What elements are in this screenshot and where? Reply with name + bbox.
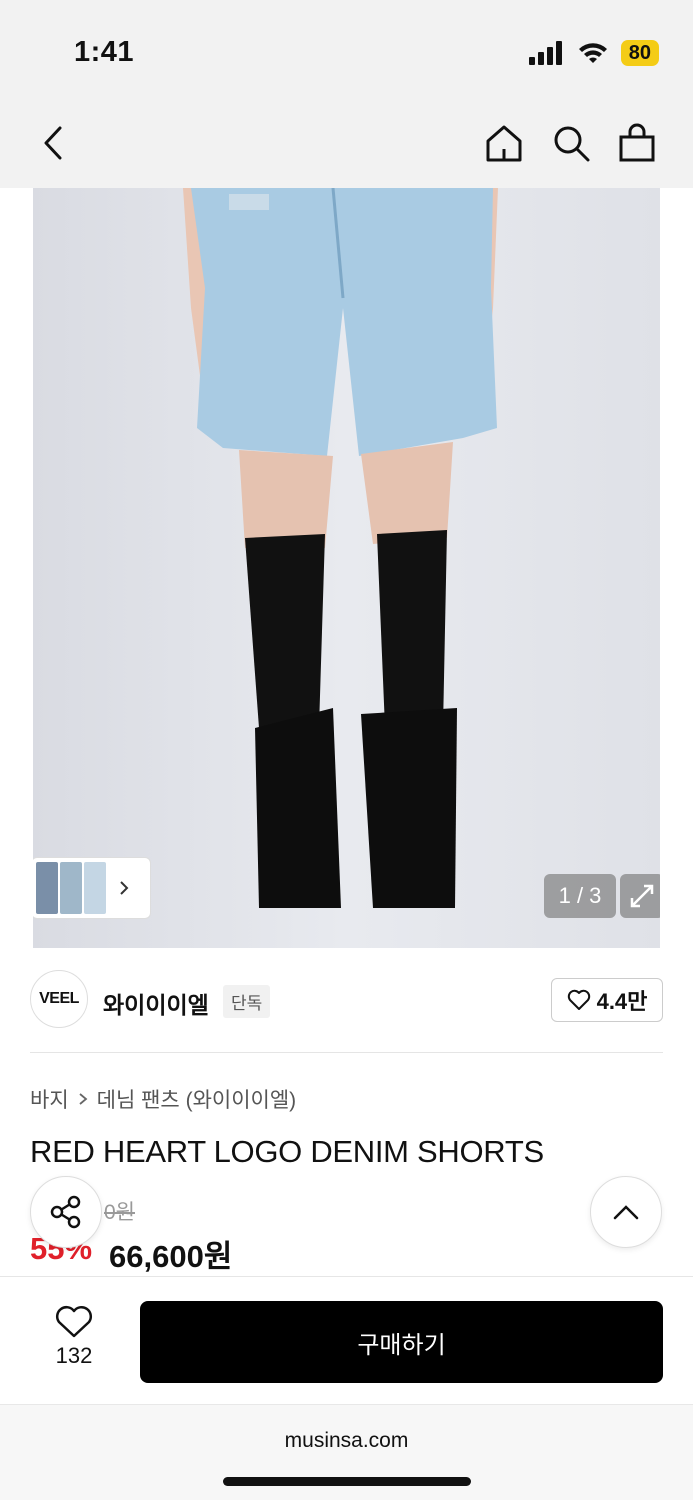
status-time: 1:41	[74, 36, 135, 68]
battery-icon: 80	[620, 40, 659, 66]
image-counter: 1 / 3	[544, 874, 616, 918]
divider	[30, 1052, 663, 1053]
chevron-right-icon[interactable]	[114, 878, 134, 898]
home-button[interactable]	[479, 118, 529, 168]
purchase-bar: 132 구매하기	[0, 1276, 693, 1402]
brand-like-button[interactable]: 4.4만	[551, 978, 663, 1022]
brand-like-count: 4.4만	[596, 989, 648, 1014]
brand-name[interactable]: 와이이이엘	[103, 986, 209, 1020]
product-image	[33, 188, 660, 948]
cart-button[interactable]	[612, 118, 662, 168]
chevron-right-icon	[79, 1093, 88, 1105]
heart-icon	[567, 989, 590, 1010]
status-icons: 80	[528, 40, 659, 66]
breadcrumb: 바지 데님 팬츠 (와이이이엘)	[30, 1084, 296, 1114]
exclusive-badge: 단독	[223, 985, 271, 1018]
thumbnail-1[interactable]	[36, 862, 58, 914]
brand-row: VEEL 와이이이엘 단독 4.4만	[30, 970, 663, 1030]
home-icon	[486, 125, 522, 162]
product-photo-illustration	[183, 188, 498, 908]
top-nav	[0, 100, 693, 188]
browser-url-bar: musinsa.com	[0, 1404, 693, 1500]
thumbnail-strip[interactable]	[33, 857, 151, 919]
buy-button[interactable]: 구매하기	[140, 1301, 663, 1383]
share-icon	[50, 1195, 81, 1229]
wifi-icon	[578, 43, 607, 63]
signal-icon	[528, 41, 562, 65]
product-image-gallery[interactable]: 1 / 3	[33, 188, 660, 948]
breadcrumb-subcategory[interactable]: 데님 팬츠 (와이이이엘)	[97, 1084, 297, 1114]
shopping-bag-icon	[619, 123, 655, 162]
thumbnail-3[interactable]	[84, 862, 106, 914]
thumbnail-2[interactable]	[60, 862, 82, 914]
home-indicator[interactable]	[223, 1477, 471, 1486]
url-text[interactable]: musinsa.com	[0, 1429, 693, 1453]
wishlist-count: 132	[55, 1343, 93, 1368]
back-button[interactable]	[28, 118, 78, 168]
breadcrumb-category[interactable]: 바지	[30, 1084, 69, 1114]
scroll-top-button[interactable]	[590, 1176, 662, 1248]
original-price: 0원	[104, 1201, 135, 1224]
heart-icon	[56, 1306, 92, 1338]
chevron-left-icon	[44, 126, 62, 160]
expand-icon	[630, 884, 654, 908]
expand-button[interactable]	[620, 874, 660, 918]
search-icon	[554, 126, 590, 162]
wishlist-button[interactable]: 132	[44, 1305, 104, 1369]
chevron-up-icon	[613, 1205, 639, 1220]
search-button[interactable]	[546, 118, 596, 168]
share-button[interactable]	[30, 1176, 102, 1248]
sale-price: 66,600원	[109, 1239, 233, 1274]
brand-logo[interactable]: VEEL	[30, 970, 88, 1028]
status-bar: 1:41 80	[0, 0, 693, 100]
product-title: RED HEART LOGO DENIM SHORTS	[30, 1134, 544, 1169]
